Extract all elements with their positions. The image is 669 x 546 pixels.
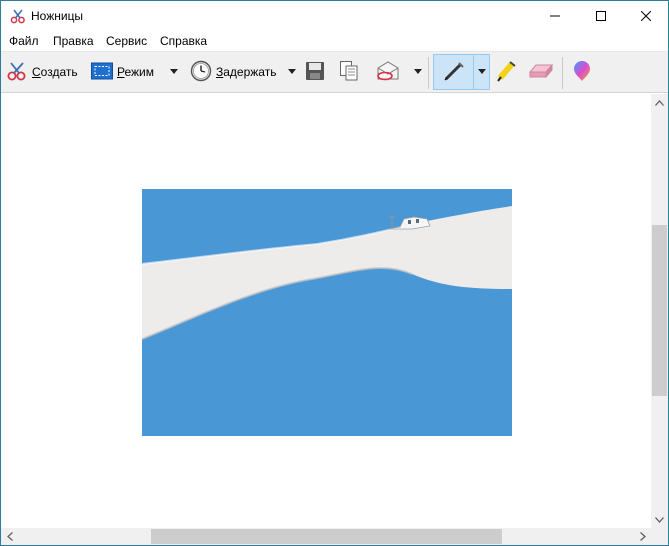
menu-help[interactable]: Справка xyxy=(159,34,208,48)
mode-dropdown-arrow[interactable] xyxy=(170,69,178,74)
menu-tools[interactable]: Сервис xyxy=(105,34,148,48)
menu-edit[interactable]: Правка xyxy=(52,34,95,48)
delay-label: Задержать xyxy=(216,65,277,79)
scissors-app-icon xyxy=(10,8,26,24)
copy-icon xyxy=(339,60,359,85)
eraser-button[interactable] xyxy=(528,58,554,86)
scroll-down-button[interactable] xyxy=(651,511,668,528)
captured-snip-image xyxy=(142,189,512,436)
send-dropdown-arrow[interactable] xyxy=(414,69,422,74)
edit-with-paint3d-button[interactable] xyxy=(572,58,592,86)
close-icon xyxy=(641,11,651,21)
copy-button[interactable] xyxy=(339,58,359,86)
send-snip-button[interactable] xyxy=(375,58,401,86)
send-email-icon xyxy=(375,60,401,85)
new-snip-button[interactable]: Создать xyxy=(6,58,78,86)
window-title: Ножницы xyxy=(31,9,84,23)
toolbar-separator xyxy=(428,57,429,89)
title-bar[interactable]: Ножницы xyxy=(1,1,668,31)
pen-button[interactable] xyxy=(442,58,466,86)
save-icon xyxy=(305,61,325,84)
chevron-right-icon xyxy=(639,532,646,541)
minimize-icon xyxy=(550,15,560,17)
close-button[interactable] xyxy=(623,1,669,31)
chevron-down-icon xyxy=(655,516,664,523)
highlighter-icon xyxy=(495,59,517,86)
horizontal-scrollbar[interactable] xyxy=(1,528,651,545)
toolbar: Создать Режим Задержать xyxy=(1,51,668,93)
chevron-up-icon xyxy=(655,99,664,106)
eraser-icon xyxy=(528,62,554,83)
pen-split-divider xyxy=(473,54,474,90)
mode-button[interactable]: Режим xyxy=(91,58,154,86)
new-snip-label: Создать xyxy=(32,65,78,79)
menu-bar: Файл Правка Сервис Справка xyxy=(1,31,668,51)
highlighter-button[interactable] xyxy=(495,58,517,86)
scroll-left-button[interactable] xyxy=(1,528,18,545)
vertical-scroll-thumb[interactable] xyxy=(652,225,667,396)
scrollbar-corner xyxy=(651,528,668,545)
paint3d-icon xyxy=(572,59,592,86)
pen-dropdown-arrow[interactable] xyxy=(478,69,486,74)
maximize-button[interactable] xyxy=(578,1,624,31)
maximize-icon xyxy=(596,11,606,21)
scroll-up-button[interactable] xyxy=(651,94,668,111)
chevron-left-icon xyxy=(6,532,13,541)
minimize-button[interactable] xyxy=(532,1,578,31)
scissors-icon xyxy=(6,60,28,85)
markup-canvas[interactable] xyxy=(1,94,651,528)
toolbar-separator xyxy=(562,57,563,89)
horizontal-scroll-thumb[interactable] xyxy=(151,529,502,544)
delay-dropdown-arrow[interactable] xyxy=(288,69,296,74)
pen-icon xyxy=(442,59,466,86)
snipping-tool-window: Ножницы Файл Правка Сервис Справка Созда… xyxy=(0,0,669,546)
mode-label: Режим xyxy=(117,65,155,79)
delay-button[interactable]: Задержать xyxy=(190,58,276,86)
save-button[interactable] xyxy=(305,58,325,86)
clock-icon xyxy=(190,60,212,85)
mode-icon xyxy=(91,62,113,83)
menu-file[interactable]: Файл xyxy=(8,34,40,48)
scroll-right-button[interactable] xyxy=(634,528,651,545)
vertical-scrollbar[interactable] xyxy=(651,94,668,528)
